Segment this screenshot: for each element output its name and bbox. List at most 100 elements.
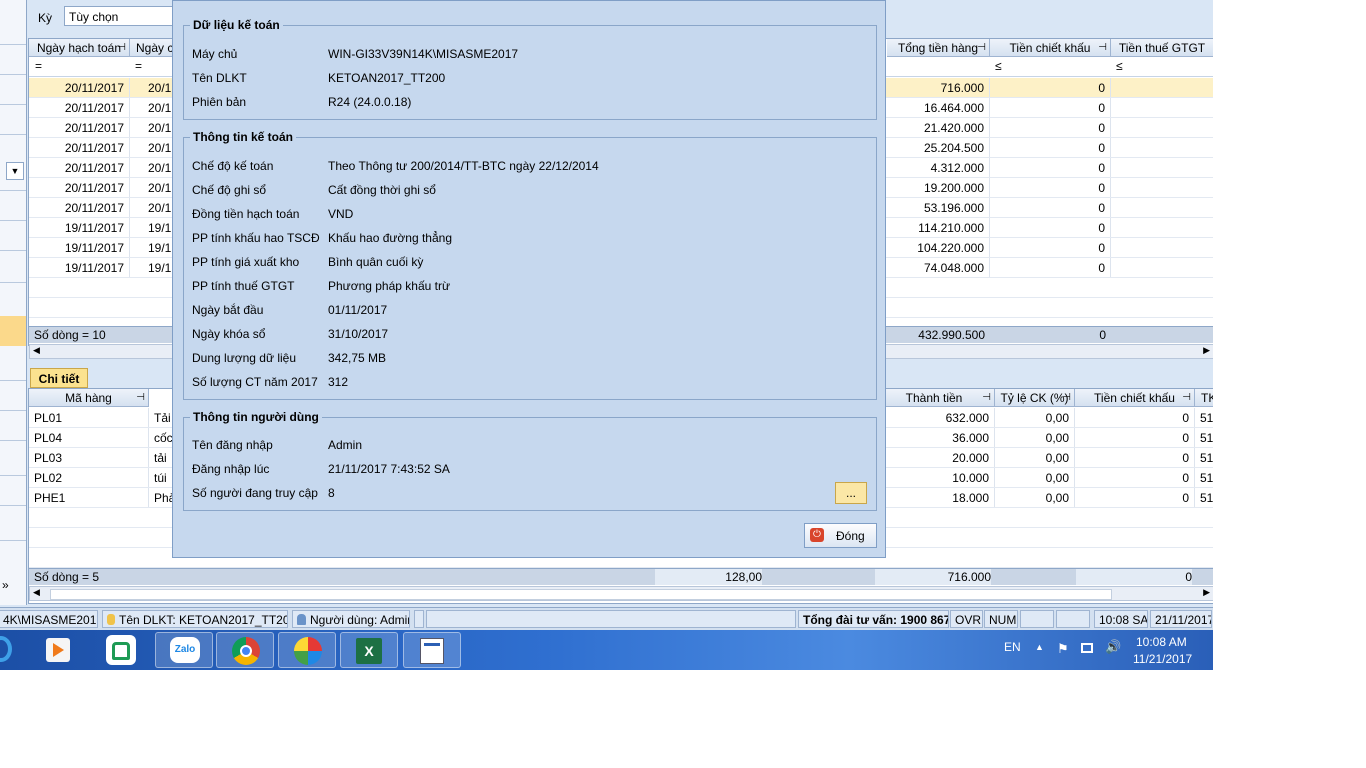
taskbar-misa[interactable]: [278, 632, 336, 668]
discount-rate-cell[interactable]: 0,00: [995, 448, 1075, 468]
taskbar-chrome[interactable]: [216, 632, 274, 668]
item-code-cell[interactable]: PL02: [29, 468, 149, 488]
col-header-total[interactable]: Tổng tiền hàng ⊣: [887, 39, 990, 57]
vat-cell[interactable]: [1111, 198, 1213, 218]
vat-cell[interactable]: [1111, 78, 1213, 98]
clock-time[interactable]: 10:08 AM: [1136, 635, 1187, 649]
col-header-posting-date[interactable]: Ngày hạch toán ⊣: [29, 39, 130, 57]
vat-cell[interactable]: [1111, 178, 1213, 198]
discount-cell[interactable]: 0: [990, 238, 1111, 258]
total-cell[interactable]: 4.312.000: [887, 158, 990, 178]
item-code-cell[interactable]: PL03: [29, 448, 149, 468]
filter-op[interactable]: =: [135, 59, 142, 73]
scroll-left-icon[interactable]: ◀: [33, 345, 40, 356]
discount-cell[interactable]: 0: [990, 118, 1111, 138]
network-icon[interactable]: [1081, 643, 1093, 653]
account-cell[interactable]: 51: [1195, 428, 1213, 448]
pin-icon[interactable]: ⊣: [117, 39, 126, 56]
item-code-cell[interactable]: PL01: [29, 408, 149, 428]
vat-cell[interactable]: [1111, 98, 1213, 118]
item-code-cell[interactable]: PHE1: [29, 488, 149, 508]
taskbar-window[interactable]: [403, 632, 461, 668]
vat-cell[interactable]: [1111, 238, 1213, 258]
taskbar-zalo[interactable]: Zalo: [155, 632, 213, 668]
scroll-thumb[interactable]: [50, 589, 1112, 600]
filter-op[interactable]: ≤: [1116, 59, 1123, 73]
pin-icon[interactable]: ⊣: [1062, 389, 1071, 406]
nav-selected-item[interactable]: [0, 316, 26, 346]
posting-date-cell[interactable]: 19/11/2017: [29, 238, 130, 258]
col-header-discount[interactable]: Tiền chiết khấu ⊣: [990, 39, 1111, 57]
pin-icon[interactable]: ⊣: [1182, 389, 1191, 406]
pin-icon[interactable]: ⊣: [1098, 39, 1107, 56]
filter-op[interactable]: =: [35, 59, 42, 73]
posting-date-cell[interactable]: 20/11/2017: [29, 198, 130, 218]
total-cell[interactable]: 716.000: [887, 78, 990, 98]
col-header-amount[interactable]: Thành tiền ⊣: [874, 389, 995, 407]
scroll-right-icon[interactable]: ▶: [1203, 345, 1210, 356]
amount-cell[interactable]: 632.000: [874, 408, 995, 428]
posting-date-cell[interactable]: 20/11/2017: [29, 158, 130, 178]
amount-cell[interactable]: 36.000: [874, 428, 995, 448]
posting-date-cell[interactable]: 19/11/2017: [29, 218, 130, 238]
vat-cell[interactable]: [1111, 118, 1213, 138]
discount-rate-cell[interactable]: 0,00: [995, 408, 1075, 428]
discount-cell[interactable]: 0: [990, 198, 1111, 218]
discount-cell[interactable]: 0: [990, 78, 1111, 98]
close-button[interactable]: ⏻ Đóng: [804, 523, 877, 548]
discount-amount-cell[interactable]: 0: [1075, 428, 1195, 448]
total-cell[interactable]: 53.196.000: [887, 198, 990, 218]
col-header-discount-amount[interactable]: Tiền chiết khấu ⊣: [1075, 389, 1195, 407]
posting-date-cell[interactable]: 20/11/2017: [29, 138, 130, 158]
total-cell[interactable]: 19.200.000: [887, 178, 990, 198]
discount-rate-cell[interactable]: 0,00: [995, 428, 1075, 448]
vat-cell[interactable]: [1111, 138, 1213, 158]
pin-icon[interactable]: ⊣: [982, 389, 991, 406]
clock-date[interactable]: 11/21/2017: [1133, 652, 1192, 666]
total-cell[interactable]: 25.204.500: [887, 138, 990, 158]
volume-icon[interactable]: 🔊: [1105, 639, 1121, 655]
item-code-cell[interactable]: PL04: [29, 428, 149, 448]
discount-amount-cell[interactable]: 0: [1075, 448, 1195, 468]
dropdown-arrow-icon[interactable]: ▼: [6, 162, 24, 180]
vat-cell[interactable]: [1111, 218, 1213, 238]
home-app-icon[interactable]: [106, 635, 136, 665]
discount-cell[interactable]: 0: [990, 98, 1111, 118]
account-cell[interactable]: 51: [1195, 448, 1213, 468]
total-cell[interactable]: 16.464.000: [887, 98, 990, 118]
discount-cell[interactable]: 0: [990, 138, 1111, 158]
horizontal-scrollbar[interactable]: ◀ ▶: [29, 586, 1213, 601]
ie-icon[interactable]: [0, 636, 12, 662]
vat-cell[interactable]: [1111, 158, 1213, 178]
amount-cell[interactable]: 10.000: [874, 468, 995, 488]
total-cell[interactable]: 114.210.000: [887, 218, 990, 238]
discount-cell[interactable]: 0: [990, 258, 1111, 278]
account-cell[interactable]: 51: [1195, 488, 1213, 508]
scroll-left-icon[interactable]: ◀: [33, 587, 40, 598]
discount-rate-cell[interactable]: 0,00: [995, 488, 1075, 508]
discount-amount-cell[interactable]: 0: [1075, 468, 1195, 488]
posting-date-cell[interactable]: 20/11/2017: [29, 78, 130, 98]
posting-date-cell[interactable]: 19/11/2017: [29, 258, 130, 278]
col-header-discount-rate[interactable]: Tỷ lệ CK (%) ⊣: [995, 389, 1075, 407]
period-select[interactable]: Tùy chọn: [64, 6, 174, 26]
discount-amount-cell[interactable]: 0: [1075, 488, 1195, 508]
filter-op[interactable]: ≤: [995, 59, 1002, 73]
col-header-item-code[interactable]: Mã hàng ⊣: [29, 389, 149, 407]
discount-cell[interactable]: 0: [990, 218, 1111, 238]
amount-cell[interactable]: 20.000: [874, 448, 995, 468]
scroll-right-icon[interactable]: ▶: [1203, 587, 1210, 598]
expand-chevron-icon[interactable]: »: [2, 578, 9, 592]
discount-cell[interactable]: 0: [990, 178, 1111, 198]
media-player-icon[interactable]: [46, 638, 70, 662]
discount-amount-cell[interactable]: 0: [1075, 408, 1195, 428]
total-cell[interactable]: 21.420.000: [887, 118, 990, 138]
posting-date-cell[interactable]: 20/11/2017: [29, 98, 130, 118]
view-users-button[interactable]: ...: [835, 482, 867, 504]
pin-icon[interactable]: ⊣: [136, 389, 145, 406]
tab-detail[interactable]: Chi tiết: [30, 368, 88, 388]
discount-cell[interactable]: 0: [990, 158, 1111, 178]
col-header-account[interactable]: TK: [1195, 389, 1213, 407]
total-cell[interactable]: 104.220.000: [887, 238, 990, 258]
account-cell[interactable]: 51: [1195, 408, 1213, 428]
